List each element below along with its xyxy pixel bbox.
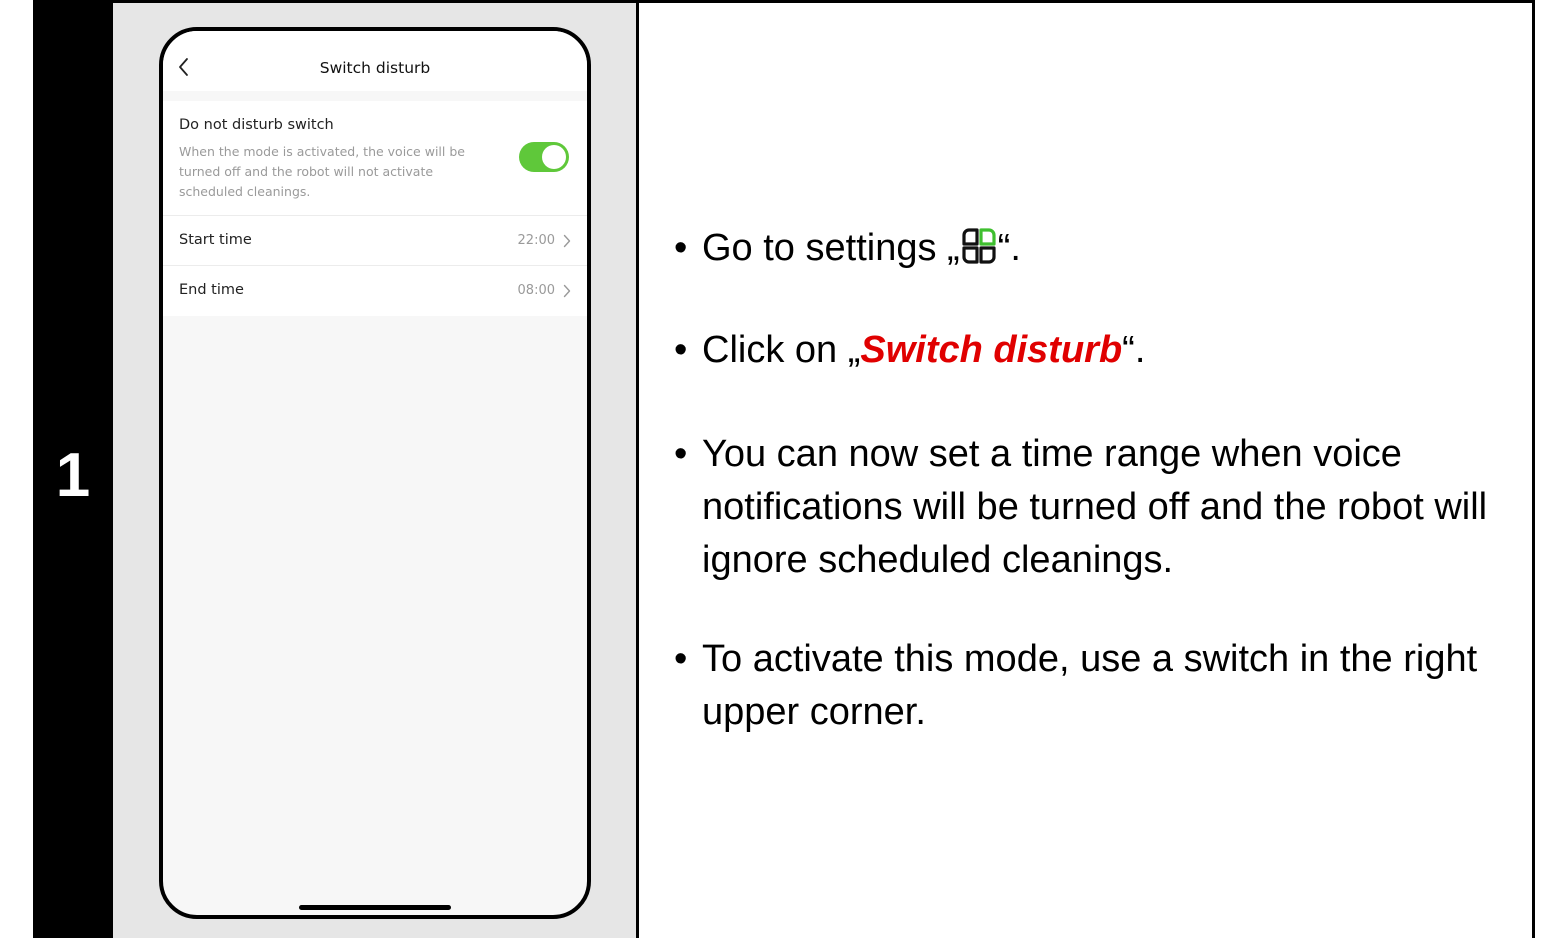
bullet-dot: •	[674, 638, 688, 680]
instruction-switch-disturb: • Click on „Switch disturb“.	[674, 324, 1146, 377]
instruction-activate: • To activate this mode, use a switch in…	[674, 633, 1532, 739]
chevron-right-icon	[563, 284, 571, 298]
settings-grid-icon	[962, 228, 996, 264]
step-column: 1	[33, 0, 113, 938]
bullet-dot: •	[674, 227, 688, 269]
bullet-dot: •	[674, 329, 688, 371]
dnd-switch-description: When the mode is activated, the voice wi…	[179, 144, 465, 199]
instruction-settings-end: “.	[997, 227, 1021, 269]
dnd-switch-title: Do not disturb switch	[179, 117, 334, 133]
start-time-row[interactable]: Start time 22:00	[163, 216, 587, 266]
settings-card: Do not disturb switch When the mode is a…	[163, 101, 587, 316]
home-indicator	[299, 905, 451, 910]
instruction-click-end: “.	[1122, 329, 1146, 371]
step-number: 1	[55, 440, 91, 510]
start-time-label: Start time	[179, 232, 252, 248]
end-time-row[interactable]: End time 08:00	[163, 266, 587, 316]
phone-header: Switch disturb	[163, 31, 587, 91]
instruction-time-range: • You can now set a time range when voic…	[674, 428, 1532, 587]
dnd-switch-row: Do not disturb switch When the mode is a…	[163, 101, 587, 216]
instruction-time-range-text: You can now set a time range when voice …	[702, 433, 1488, 581]
end-time-label: End time	[179, 282, 244, 298]
toggle-knob	[542, 145, 566, 169]
bullet-dot: •	[674, 433, 688, 475]
phone-page-title: Switch disturb	[319, 59, 431, 77]
chevron-right-icon	[563, 234, 571, 248]
instruction-settings: • Go to settings „ “.	[674, 222, 1021, 275]
instruction-activate-text: To activate this mode, use a switch in t…	[702, 638, 1478, 733]
instruction-settings-text: Go to settings „	[702, 227, 960, 269]
right-border	[1532, 0, 1535, 938]
column-divider	[636, 0, 639, 938]
start-time-value: 22:00	[517, 233, 555, 248]
dnd-toggle[interactable]	[519, 142, 569, 172]
switch-disturb-emphasis: Switch disturb	[860, 329, 1123, 371]
phone-screenshot: Switch disturb Do not disturb switch Whe…	[159, 27, 591, 919]
end-time-value: 08:00	[517, 283, 555, 298]
instruction-click-text: Click on „	[702, 329, 861, 371]
